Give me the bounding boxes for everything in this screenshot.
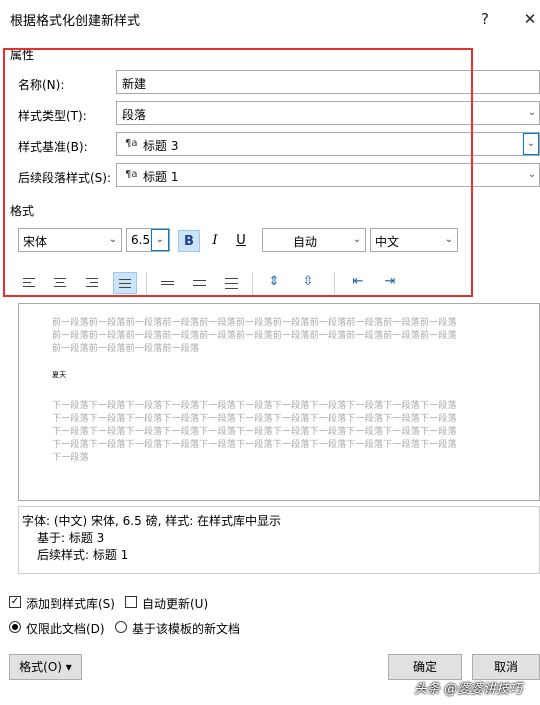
description-line: 字体: (中文) 宋体, 6.5 磅, 样式: 在样式库中显示 <box>22 514 282 528</box>
template-documents-label: 基于该模板的新文档 <box>132 622 241 636</box>
format-menu-button[interactable]: 格式(O) ▾ <box>9 654 82 680</box>
add-to-gallery-label: 添加到样式库(S) <box>26 597 115 611</box>
annotation-highlight-box <box>3 48 473 297</box>
only-this-document-label: 仅限此文档(D) <box>26 622 105 636</box>
preview-next-paragraph: 下一段落下一段落下一段落下一段落下一段落下一段落下一段落下一段落下一段落下一段落… <box>52 401 457 411</box>
preview-next-paragraph: 下一段落下一段落下一段落下一段落下一段落下一段落下一段落下一段落下一段落下一段落… <box>52 414 457 424</box>
auto-update-checkbox[interactable] <box>125 596 137 608</box>
close-button[interactable]: ✕ <box>515 6 540 32</box>
preview-sample-text: 夏天 <box>52 371 67 379</box>
preview-previous-paragraph: 前一段落前一段落前一段落前一段落前一段落前一段落前一段落前一段落前一段落前一段落… <box>52 331 457 341</box>
cancel-button[interactable]: 取消 <box>472 654 540 680</box>
add-to-gallery-checkbox[interactable]: ✓ <box>9 596 21 608</box>
preview-next-paragraph: 下一段落下一段落下一段落下一段落下一段落下一段落下一段落下一段落下一段落下一段落… <box>52 440 457 450</box>
auto-update-label: 自动更新(U) <box>142 597 209 611</box>
preview-next-paragraph: 下一段落下一段落下一段落下一段落下一段落下一段落下一段落下一段落下一段落下一段落… <box>52 427 457 437</box>
preview-previous-paragraph: 前一段落前一段落前一段落前一段落前一段落前一段落前一段落前一段落前一段落前一段落… <box>52 318 457 328</box>
chevron-down-icon[interactable]: ⌄ <box>525 164 539 186</box>
only-this-document-radio[interactable] <box>9 621 21 633</box>
style-preview: 前一段落前一段落前一段落前一段落前一段落前一段落前一段落前一段落前一段落前一段落… <box>18 303 540 501</box>
description-line: 基于: 标题 3 <box>37 531 105 545</box>
template-documents-radio[interactable] <box>115 621 127 633</box>
ok-button[interactable]: 确定 <box>388 654 462 680</box>
chevron-down-icon[interactable]: ⌄ <box>525 102 539 124</box>
window-title: 根据格式化创建新样式 <box>10 14 141 29</box>
description-line: 后续样式: 标题 1 <box>37 548 129 562</box>
style-description: 字体: (中文) 宋体, 6.5 磅, 样式: 在样式库中显示 基于: 标题 3… <box>18 506 540 574</box>
chevron-down-icon[interactable]: ⌄ <box>523 133 539 155</box>
preview-previous-paragraph: 前一段落前一段落前一段落前一段落 <box>52 344 200 354</box>
help-button[interactable]: ? <box>470 6 500 32</box>
watermark-text: 头条 @婆婆讲技巧 <box>414 682 523 697</box>
preview-next-paragraph: 下一段落 <box>52 453 89 463</box>
